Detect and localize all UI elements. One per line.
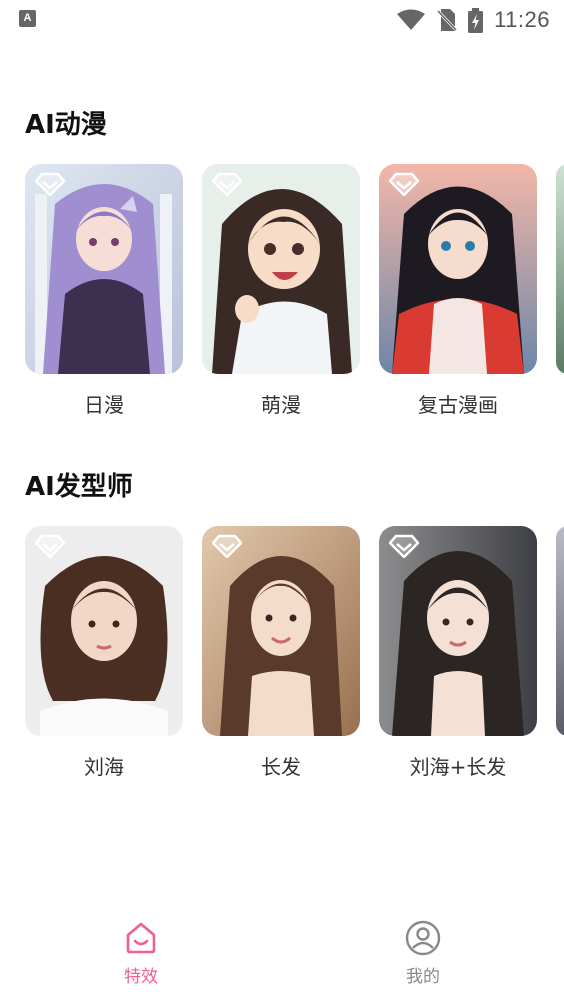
app-notification-icon: A — [19, 10, 36, 27]
effect-card-long-hair[interactable] — [202, 526, 360, 736]
vip-diamond-icon — [389, 534, 419, 558]
card-label: 刘海+长发 — [409, 755, 507, 779]
card-label: 长发 — [261, 755, 301, 779]
card-label: 萌漫 — [261, 393, 301, 417]
status-time: 11:26 — [494, 7, 550, 32]
effect-card-bangs-long-hair[interactable] — [379, 526, 537, 736]
battery-charging-icon — [468, 7, 484, 33]
wifi-icon — [397, 9, 426, 30]
no-sim-icon — [437, 9, 458, 32]
effect-card-peek[interactable] — [556, 526, 564, 736]
vip-diamond-icon — [35, 172, 65, 196]
section-title: AI动漫 — [25, 110, 107, 140]
effect-card-meng-man[interactable] — [202, 164, 360, 374]
effect-card-retro-comic[interactable] — [379, 164, 537, 374]
section-title: AI发型师 — [25, 472, 133, 502]
bottom-nav: 特效 我的 — [0, 900, 564, 1002]
vip-diamond-icon — [389, 172, 419, 196]
effect-card-ri-man[interactable] — [25, 164, 183, 374]
nav-tab-effects[interactable]: 特效 — [101, 920, 181, 987]
status-icons: 11:26 — [396, 6, 550, 34]
profile-icon — [405, 920, 441, 956]
vip-diamond-icon — [212, 534, 242, 558]
nav-tab-mine[interactable]: 我的 — [383, 920, 463, 987]
effect-card-peek[interactable] — [556, 164, 564, 374]
card-label: 复古漫画 — [418, 393, 498, 417]
effect-card-bangs[interactable] — [25, 526, 183, 736]
home-smile-icon — [126, 922, 156, 954]
vip-diamond-icon — [212, 172, 242, 196]
card-label: 日漫 — [84, 393, 124, 417]
status-bar: A 11:26 — [0, 0, 564, 40]
card-label: 刘海 — [84, 755, 124, 779]
nav-label: 我的 — [406, 967, 440, 987]
nav-label: 特效 — [124, 967, 158, 987]
vip-diamond-icon — [35, 534, 65, 558]
